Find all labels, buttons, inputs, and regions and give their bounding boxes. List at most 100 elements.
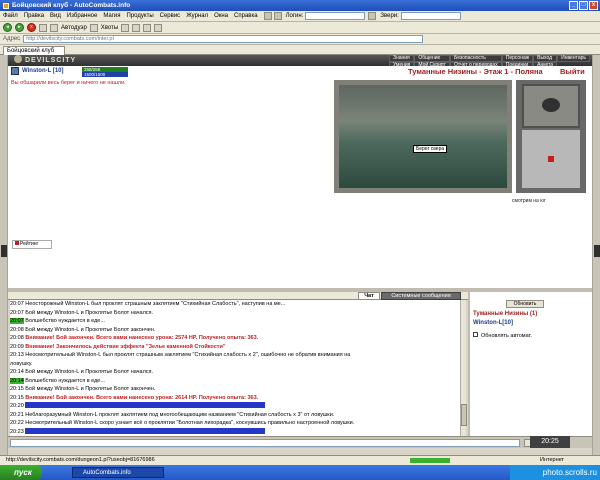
- window-controls: _ □ x: [569, 1, 598, 10]
- chat-line: 20:15 Бой между Winston-L и Проклятье Бо…: [10, 385, 460, 394]
- chat-timestamp[interactable]: 20:07: [10, 310, 24, 316]
- chat-timestamp[interactable]: 20:14: [10, 377, 24, 384]
- compass-control[interactable]: [522, 84, 580, 128]
- chat-text: Волшебство нуждается в еде...: [25, 318, 105, 324]
- edit-icon[interactable]: [154, 23, 163, 32]
- page-content: DEVILSCITY Знания Общение Безопасность П…: [0, 55, 600, 463]
- mail-icon[interactable]: [132, 23, 141, 32]
- player-entry[interactable]: Winston-L[10]: [473, 320, 513, 326]
- chat-line: 20:07 Бой между Winston-L и Проклятье Бо…: [10, 309, 460, 318]
- auto-refresh-checkbox[interactable]: [473, 332, 478, 337]
- favorites-label[interactable]: Хвоты: [101, 25, 118, 31]
- scroll-thumb[interactable]: [461, 404, 467, 426]
- start-button[interactable]: пуск: [0, 465, 42, 480]
- favorites-icon[interactable]: [89, 23, 98, 32]
- address-input[interactable]: http://devilscity.combats.com/inter.pl: [23, 35, 424, 43]
- beasts-field[interactable]: [400, 12, 461, 20]
- avatar[interactable]: [11, 67, 19, 75]
- nav-exit[interactable]: Выход: [533, 55, 558, 62]
- menu-windows[interactable]: Окна: [214, 13, 228, 19]
- chat-line: 20:21 Неблагоразумный Winston-L проклят …: [10, 411, 460, 420]
- menu-view[interactable]: Вид: [50, 13, 61, 19]
- toolbar-icon[interactable]: [368, 12, 377, 20]
- back-icon[interactable]: ◂: [3, 23, 12, 32]
- chat-input[interactable]: [10, 439, 520, 447]
- chat-line: 20:08 Бой между Winston-L и Проклятье Бо…: [10, 326, 460, 335]
- chat-timestamp[interactable]: 20:07: [10, 318, 24, 324]
- chat-line: 20:14 Бой между Winston-L и Проклятье Бо…: [10, 368, 460, 377]
- game-panel: Вы обшарили весь берег и ничего не нашли…: [8, 78, 592, 288]
- auto-refresh[interactable]: Обновлять автомат.: [473, 332, 532, 339]
- chat-line: ловушку.: [10, 360, 460, 369]
- tab-bar: Бойцовский клуб: [0, 45, 600, 55]
- autodetect-label[interactable]: Автодуэр: [61, 25, 87, 31]
- tab-chat[interactable]: Чат: [358, 292, 380, 300]
- refresh-icon[interactable]: [39, 23, 47, 32]
- chat-line: 20:13 Неосмотрительный Winston-L был про…: [10, 351, 460, 360]
- menu-products[interactable]: Продукты: [127, 13, 154, 19]
- minimize-button[interactable]: _: [569, 1, 578, 10]
- scene-image[interactable]: Берег озера: [339, 85, 507, 188]
- mp-bar: 1500/1500: [82, 72, 128, 77]
- chat-timestamp[interactable]: 20:21: [10, 412, 24, 418]
- menu-edit[interactable]: Правка: [24, 13, 44, 19]
- chat-timestamp[interactable]: 20:22: [10, 420, 24, 426]
- taskbar-item[interactable]: AutoCombats.info: [72, 467, 164, 478]
- chat-timestamp[interactable]: 20:13: [10, 352, 24, 358]
- chat-timestamp[interactable]: 20:15: [10, 386, 24, 392]
- chat-timestamp[interactable]: 20:14: [10, 369, 24, 375]
- login-field[interactable]: [305, 12, 366, 20]
- character-row: Winston-L [10] 258/258 1500/1500 Туманны…: [8, 66, 592, 78]
- home-icon[interactable]: [50, 23, 58, 32]
- right-collapse-strip[interactable]: [592, 55, 600, 463]
- menu-service[interactable]: Сервис: [160, 13, 181, 19]
- close-button[interactable]: x: [589, 1, 598, 10]
- chat-text: Волшебство нуждается в еде...: [25, 377, 105, 384]
- chat-line: 20:20: [10, 402, 460, 411]
- compass-center-icon[interactable]: [542, 98, 560, 112]
- nav-communication[interactable]: Общение: [414, 55, 450, 62]
- collapse-right-icon[interactable]: [594, 245, 600, 257]
- chat-scrollbar[interactable]: [460, 300, 467, 436]
- tab-fight-club[interactable]: Бойцовский клуб: [3, 46, 65, 55]
- toolbar-icon[interactable]: [263, 12, 272, 20]
- nav-knowledge[interactable]: Знания: [388, 55, 415, 62]
- game-clock: 20:25: [530, 436, 570, 448]
- toolbar-icon[interactable]: [273, 12, 282, 20]
- nav-inventory[interactable]: Инвентарь: [557, 55, 590, 62]
- chat-timestamp[interactable]: 20:20: [10, 403, 24, 409]
- rating-button[interactable]: Рейтинг: [12, 240, 52, 249]
- menu-help[interactable]: Справка: [234, 13, 258, 19]
- chat-log: 20:07 Неосторожный Winston-L был проклят…: [10, 300, 460, 436]
- window-title: Бойцовский клуб - AutoCombats.info: [12, 2, 131, 9]
- nav-security[interactable]: Безопасность: [449, 55, 502, 62]
- chat-line: 20:09 Внимание! Закончилось действие эфф…: [10, 343, 460, 352]
- menu-magic[interactable]: Магия: [103, 13, 120, 19]
- chat-timestamp[interactable]: 20:09: [10, 344, 24, 350]
- maximize-button[interactable]: □: [579, 1, 588, 10]
- menu-journal[interactable]: Журнал: [186, 13, 208, 19]
- address-bar: Адрес http://devilscity.combats.com/inte…: [0, 34, 600, 45]
- forward-icon[interactable]: ▸: [15, 23, 24, 32]
- chat-timestamp[interactable]: 20:08: [10, 335, 24, 341]
- stop-icon[interactable]: x: [27, 23, 36, 32]
- chat-text: Внимание! Бой закончен. Всего вами нанес…: [25, 335, 259, 341]
- print-icon[interactable]: [143, 23, 152, 32]
- left-collapse-strip[interactable]: [0, 55, 8, 463]
- collapse-left-icon[interactable]: [1, 245, 7, 257]
- chat-input-row: [8, 436, 592, 448]
- menu-favorites[interactable]: Избранное: [67, 13, 97, 19]
- chat-timestamp[interactable]: 20:23: [10, 429, 24, 435]
- chat-timestamp[interactable]: 20:15: [10, 395, 24, 401]
- exit-link[interactable]: Выйти: [560, 67, 585, 76]
- menu-file[interactable]: Файл: [3, 13, 18, 19]
- chat-timestamp[interactable]: 20:07: [10, 301, 24, 307]
- tab-system-messages[interactable]: Системные сообщения: [381, 292, 461, 300]
- character-name[interactable]: Winston-L [10]: [22, 68, 64, 74]
- chat-timestamp[interactable]: 20:08: [10, 327, 24, 333]
- refresh-button[interactable]: Обновить: [506, 300, 544, 308]
- chat-line: 20:08 Внимание! Бой закончен. Всего вами…: [10, 334, 460, 343]
- auto-refresh-label: Обновлять автомат.: [481, 333, 532, 339]
- history-icon[interactable]: [121, 23, 130, 32]
- nav-character[interactable]: Персонаж: [501, 55, 534, 62]
